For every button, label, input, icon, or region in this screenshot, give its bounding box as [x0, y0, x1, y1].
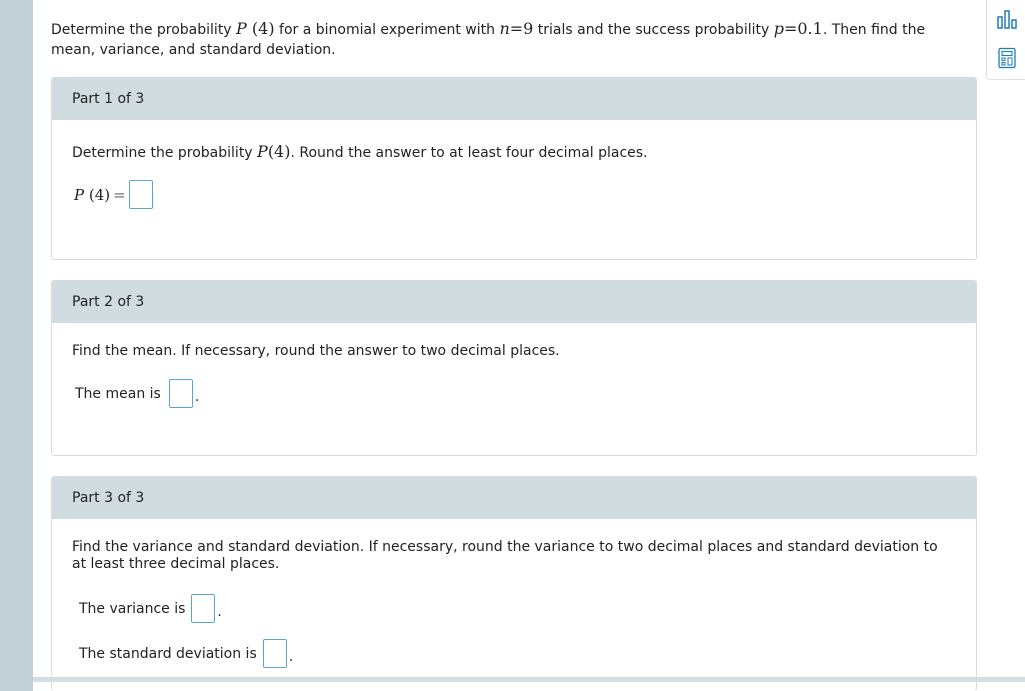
- part-1-card: Part 1 of 3 Determine the probability P(…: [51, 77, 977, 260]
- part-1-answer-row: P (4) =: [74, 180, 153, 209]
- mean-period: .: [194, 389, 200, 405]
- question-text: Determine the probability P (4) for a bi…: [51, 19, 951, 60]
- part-1-prompt: Determine the probability P(4). Round th…: [72, 143, 952, 162]
- part-1-prompt-b: . Round the answer to at least four deci…: [290, 145, 648, 161]
- bottom-scrollbar[interactable]: [33, 677, 1025, 682]
- variance-answer-row: The variance is .: [79, 594, 222, 623]
- part-1-answer-input[interactable]: [128, 180, 153, 209]
- part-1-header: Part 1 of 3: [52, 78, 976, 120]
- question-math-n: n: [499, 19, 510, 38]
- tools-panel: [986, 0, 1025, 80]
- question-text-3: trials and the success probability: [533, 22, 774, 38]
- part-1-prompt-math-4: (4): [267, 142, 291, 161]
- question-math-n-value: =9: [509, 19, 534, 38]
- left-rail: [0, 0, 33, 691]
- variance-period: .: [217, 604, 222, 620]
- part-3-prompt: Find the variance and standard deviation…: [72, 539, 938, 572]
- sd-label: The standard deviation is: [79, 645, 257, 662]
- part-1-equals: =: [113, 185, 126, 204]
- part-3-header: Part 3 of 3: [52, 477, 976, 519]
- part-1-prompt-math-p: P: [257, 142, 268, 161]
- question-text-5: mean, variance, and standard deviation.: [51, 42, 336, 58]
- calculator-icon[interactable]: [996, 47, 1018, 69]
- question-math-4: (4): [251, 19, 275, 38]
- part-1-answer-math-p: P: [74, 185, 85, 204]
- sd-input[interactable]: [262, 639, 287, 668]
- mean-input[interactable]: [168, 379, 193, 408]
- question-text-4: . Then find the: [822, 22, 926, 38]
- part-2-answer-row: The mean is .: [75, 379, 199, 408]
- mean-label: The mean is: [75, 385, 161, 402]
- part-1-prompt-a: Determine the probability: [72, 145, 258, 161]
- part-3-card: Part 3 of 3 Find the variance and standa…: [51, 476, 977, 691]
- sd-answer-row: The standard deviation is .: [79, 639, 293, 668]
- part-2-header: Part 2 of 3: [52, 281, 976, 323]
- part-2-prompt: Find the mean. If necessary, round the a…: [72, 343, 560, 359]
- question-math-p-var: p: [773, 19, 784, 38]
- bar-chart-icon[interactable]: [996, 8, 1018, 30]
- question-text-1: Determine the probability: [51, 22, 237, 38]
- part-2-card: Part 2 of 3 Find the mean. If necessary,…: [51, 280, 977, 456]
- part-1-answer-math-4: (4): [88, 185, 111, 204]
- question-math-p: P: [236, 19, 247, 38]
- variance-label: The variance is: [79, 600, 186, 617]
- question-math-p-value: =0.1: [783, 19, 823, 38]
- variance-input[interactable]: [191, 594, 216, 623]
- sd-period: .: [288, 649, 294, 665]
- question-text-2: for a binomial experiment with: [274, 22, 500, 38]
